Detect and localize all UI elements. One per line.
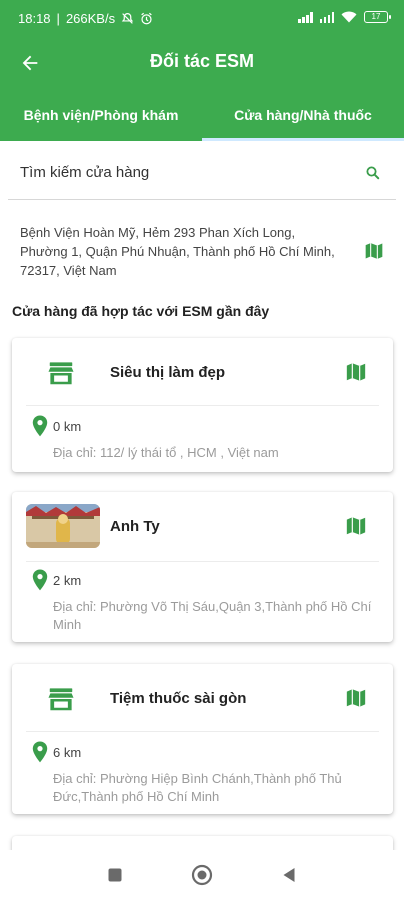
store-name: Tiệm thuốc sài gòn bbox=[110, 690, 247, 707]
map-icon[interactable] bbox=[345, 361, 367, 383]
battery-level: 17 bbox=[371, 12, 381, 21]
triangle-back-icon bbox=[283, 868, 295, 882]
store-card[interactable]: Anh Ty 2 km Địa chỉ: Phường Võ Thị Sáu,Q… bbox=[12, 492, 393, 642]
signal-icon bbox=[298, 11, 313, 23]
page-title: Đối tác ESM bbox=[149, 51, 255, 71]
store-address: Địa chỉ: Phường Võ Thị Sáu,Quận 3,Thành … bbox=[53, 599, 372, 632]
status-time: 18:18 bbox=[18, 11, 51, 26]
app-header: 18:18 | 266KB/s 17 Đối tác ESM Bệnh viện… bbox=[0, 0, 404, 141]
signal-icon bbox=[319, 11, 334, 23]
store-icon bbox=[48, 362, 74, 385]
battery-icon: 17 bbox=[364, 11, 391, 23]
store-name: Siêu thị làm đẹp bbox=[110, 364, 226, 381]
divider bbox=[26, 561, 379, 562]
location-pin-icon bbox=[32, 741, 48, 763]
square-icon bbox=[108, 868, 122, 882]
tab-hospital-clinic[interactable]: Bệnh viện/Phòng khám bbox=[0, 88, 202, 141]
location-pin-icon bbox=[32, 569, 48, 591]
alarm-icon bbox=[141, 12, 152, 25]
recent-apps-button[interactable] bbox=[102, 862, 128, 888]
store-distance: 6 km bbox=[53, 745, 82, 760]
store-address: Địa chỉ: Phường Hiệp Bình Chánh,Thành ph… bbox=[53, 771, 342, 804]
store-icon bbox=[48, 688, 74, 711]
app-bar: Đối tác ESM bbox=[0, 38, 404, 88]
system-nav-bar bbox=[0, 850, 404, 900]
divider bbox=[26, 405, 379, 406]
divider bbox=[26, 731, 379, 732]
location-pin-icon bbox=[32, 415, 48, 437]
map-icon[interactable] bbox=[364, 240, 384, 262]
wifi-icon bbox=[341, 11, 357, 23]
home-circle-icon bbox=[191, 864, 213, 886]
tab-indicator bbox=[202, 138, 404, 141]
store-card[interactable]: Siêu thị làm đẹp 0 km Địa chỉ: 112/ lý t… bbox=[12, 338, 393, 472]
store-distance: 2 km bbox=[53, 573, 82, 588]
search-bar bbox=[8, 146, 396, 200]
search-icon[interactable] bbox=[364, 164, 382, 182]
home-button[interactable] bbox=[189, 862, 215, 888]
store-photo bbox=[26, 504, 100, 548]
search-input[interactable] bbox=[20, 158, 340, 186]
store-distance: 0 km bbox=[53, 419, 82, 434]
current-address: Bệnh Viện Hoàn Mỹ, Hẻm 293 Phan Xích Lon… bbox=[20, 225, 335, 278]
store-name: Anh Ty bbox=[110, 518, 160, 535]
tab-bar: Bệnh viện/Phòng khám Cửa hàng/Nhà thuốc bbox=[0, 88, 404, 141]
map-icon[interactable] bbox=[345, 515, 367, 537]
section-title: Cửa hàng đã hợp tác với ESM gần đây bbox=[12, 303, 270, 319]
back-nav-button[interactable] bbox=[276, 862, 302, 888]
store-card[interactable]: Tiệm thuốc sài gòn 6 km Địa chỉ: Phường … bbox=[12, 664, 393, 814]
status-net-speed: 266KB/s bbox=[65, 11, 116, 26]
map-icon[interactable] bbox=[345, 687, 367, 709]
tab-store-pharmacy[interactable]: Cửa hàng/Nhà thuốc bbox=[202, 88, 404, 141]
store-address: Địa chỉ: 112/ lý thái tổ , HCM , Việt na… bbox=[53, 445, 279, 460]
mute-icon bbox=[121, 13, 134, 24]
status-bar: 18:18 | 266KB/s 17 bbox=[0, 0, 404, 38]
